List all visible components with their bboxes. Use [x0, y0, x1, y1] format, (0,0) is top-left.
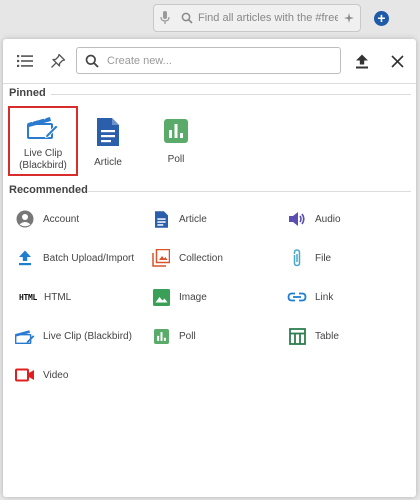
rec-item-label: Video — [43, 369, 69, 381]
create-new-input-wrap — [76, 47, 341, 74]
pinned-divider — [51, 94, 411, 95]
close-icon[interactable] — [385, 49, 409, 73]
ai-sparkle-icon[interactable] — [338, 12, 360, 24]
rec-item-label: Live Clip (Blackbird) — [43, 330, 132, 342]
rec-item-label: HTML — [44, 291, 72, 303]
rec-item-label: Collection — [179, 252, 223, 264]
image-icon — [151, 287, 171, 307]
link-icon — [287, 287, 307, 307]
rec-item-label: File — [315, 252, 332, 264]
rec-item-label: Batch Upload/Import — [43, 252, 135, 264]
paperclip-icon — [287, 248, 307, 268]
global-search-placeholder: Find all articles with the #free... — [198, 12, 338, 24]
list-view-icon[interactable] — [13, 49, 37, 73]
clapperboard-edit-icon — [27, 115, 59, 144]
rec-item-image[interactable]: Image — [151, 287, 207, 307]
create-new-dialog: Pinned Live Clip (Blackbird) Article Pol… — [3, 39, 416, 497]
rec-item-link[interactable]: Link — [287, 287, 333, 307]
rec-item-label: Poll — [179, 330, 196, 342]
video-icon — [15, 365, 35, 385]
microphone-icon[interactable] — [154, 11, 176, 25]
recommended-divider — [88, 191, 411, 192]
collection-icon — [151, 248, 171, 268]
search-icon — [77, 54, 107, 68]
pinned-item-article[interactable]: Article — [73, 106, 143, 176]
rec-item-html[interactable]: HTML HTML — [15, 287, 71, 307]
rec-item-batch-upload[interactable]: Batch Upload/Import — [15, 248, 134, 268]
html-icon: HTML — [15, 287, 41, 307]
upload-icon — [15, 248, 35, 268]
add-button[interactable]: + — [374, 11, 389, 26]
rec-item-label: Article — [179, 213, 207, 225]
poll-icon — [164, 119, 188, 148]
rec-item-label: Link — [315, 291, 334, 303]
pinned-item-poll[interactable]: Poll — [141, 106, 211, 176]
account-icon — [15, 209, 35, 229]
clapperboard-edit-icon — [15, 326, 35, 346]
toolbar-divider — [3, 83, 416, 84]
search-icon — [176, 12, 198, 24]
rec-item-table[interactable]: Table — [287, 326, 339, 346]
article-icon — [97, 118, 119, 151]
app-top-bar: Find all articles with the #free... + — [0, 0, 420, 36]
create-new-input[interactable] — [107, 54, 340, 67]
poll-icon — [151, 326, 171, 346]
upload-icon[interactable] — [350, 49, 374, 73]
rec-item-audio[interactable]: Audio — [287, 209, 341, 229]
audio-icon — [287, 209, 307, 229]
rec-item-label: Audio — [315, 213, 341, 225]
recommended-heading: Recommended — [9, 184, 88, 196]
rec-item-label: Account — [43, 213, 80, 225]
rec-item-video[interactable]: Video — [15, 365, 68, 385]
rec-item-live-clip[interactable]: Live Clip (Blackbird) — [15, 326, 132, 346]
rec-item-poll[interactable]: Poll — [151, 326, 196, 346]
global-search-field[interactable]: Find all articles with the #free... — [153, 4, 361, 32]
article-icon — [151, 209, 171, 229]
pinned-item-label: Article — [94, 157, 122, 168]
pinned-item-live-clip[interactable]: Live Clip (Blackbird) — [8, 106, 78, 176]
rec-item-collection[interactable]: Collection — [151, 248, 223, 268]
html-icon-text: HTML — [18, 292, 38, 302]
pin-icon[interactable] — [46, 49, 70, 73]
rec-item-label: Image — [179, 291, 207, 303]
pinned-item-label: Poll — [167, 154, 185, 165]
pinned-heading: Pinned — [9, 87, 46, 99]
dialog-toolbar — [3, 39, 416, 83]
table-icon — [287, 326, 307, 346]
rec-item-article[interactable]: Article — [151, 209, 207, 229]
rec-item-file[interactable]: File — [287, 248, 331, 268]
rec-item-account[interactable]: Account — [15, 209, 79, 229]
rec-item-label: Table — [315, 330, 339, 342]
pinned-item-label: Live Clip (Blackbird) — [19, 148, 67, 171]
